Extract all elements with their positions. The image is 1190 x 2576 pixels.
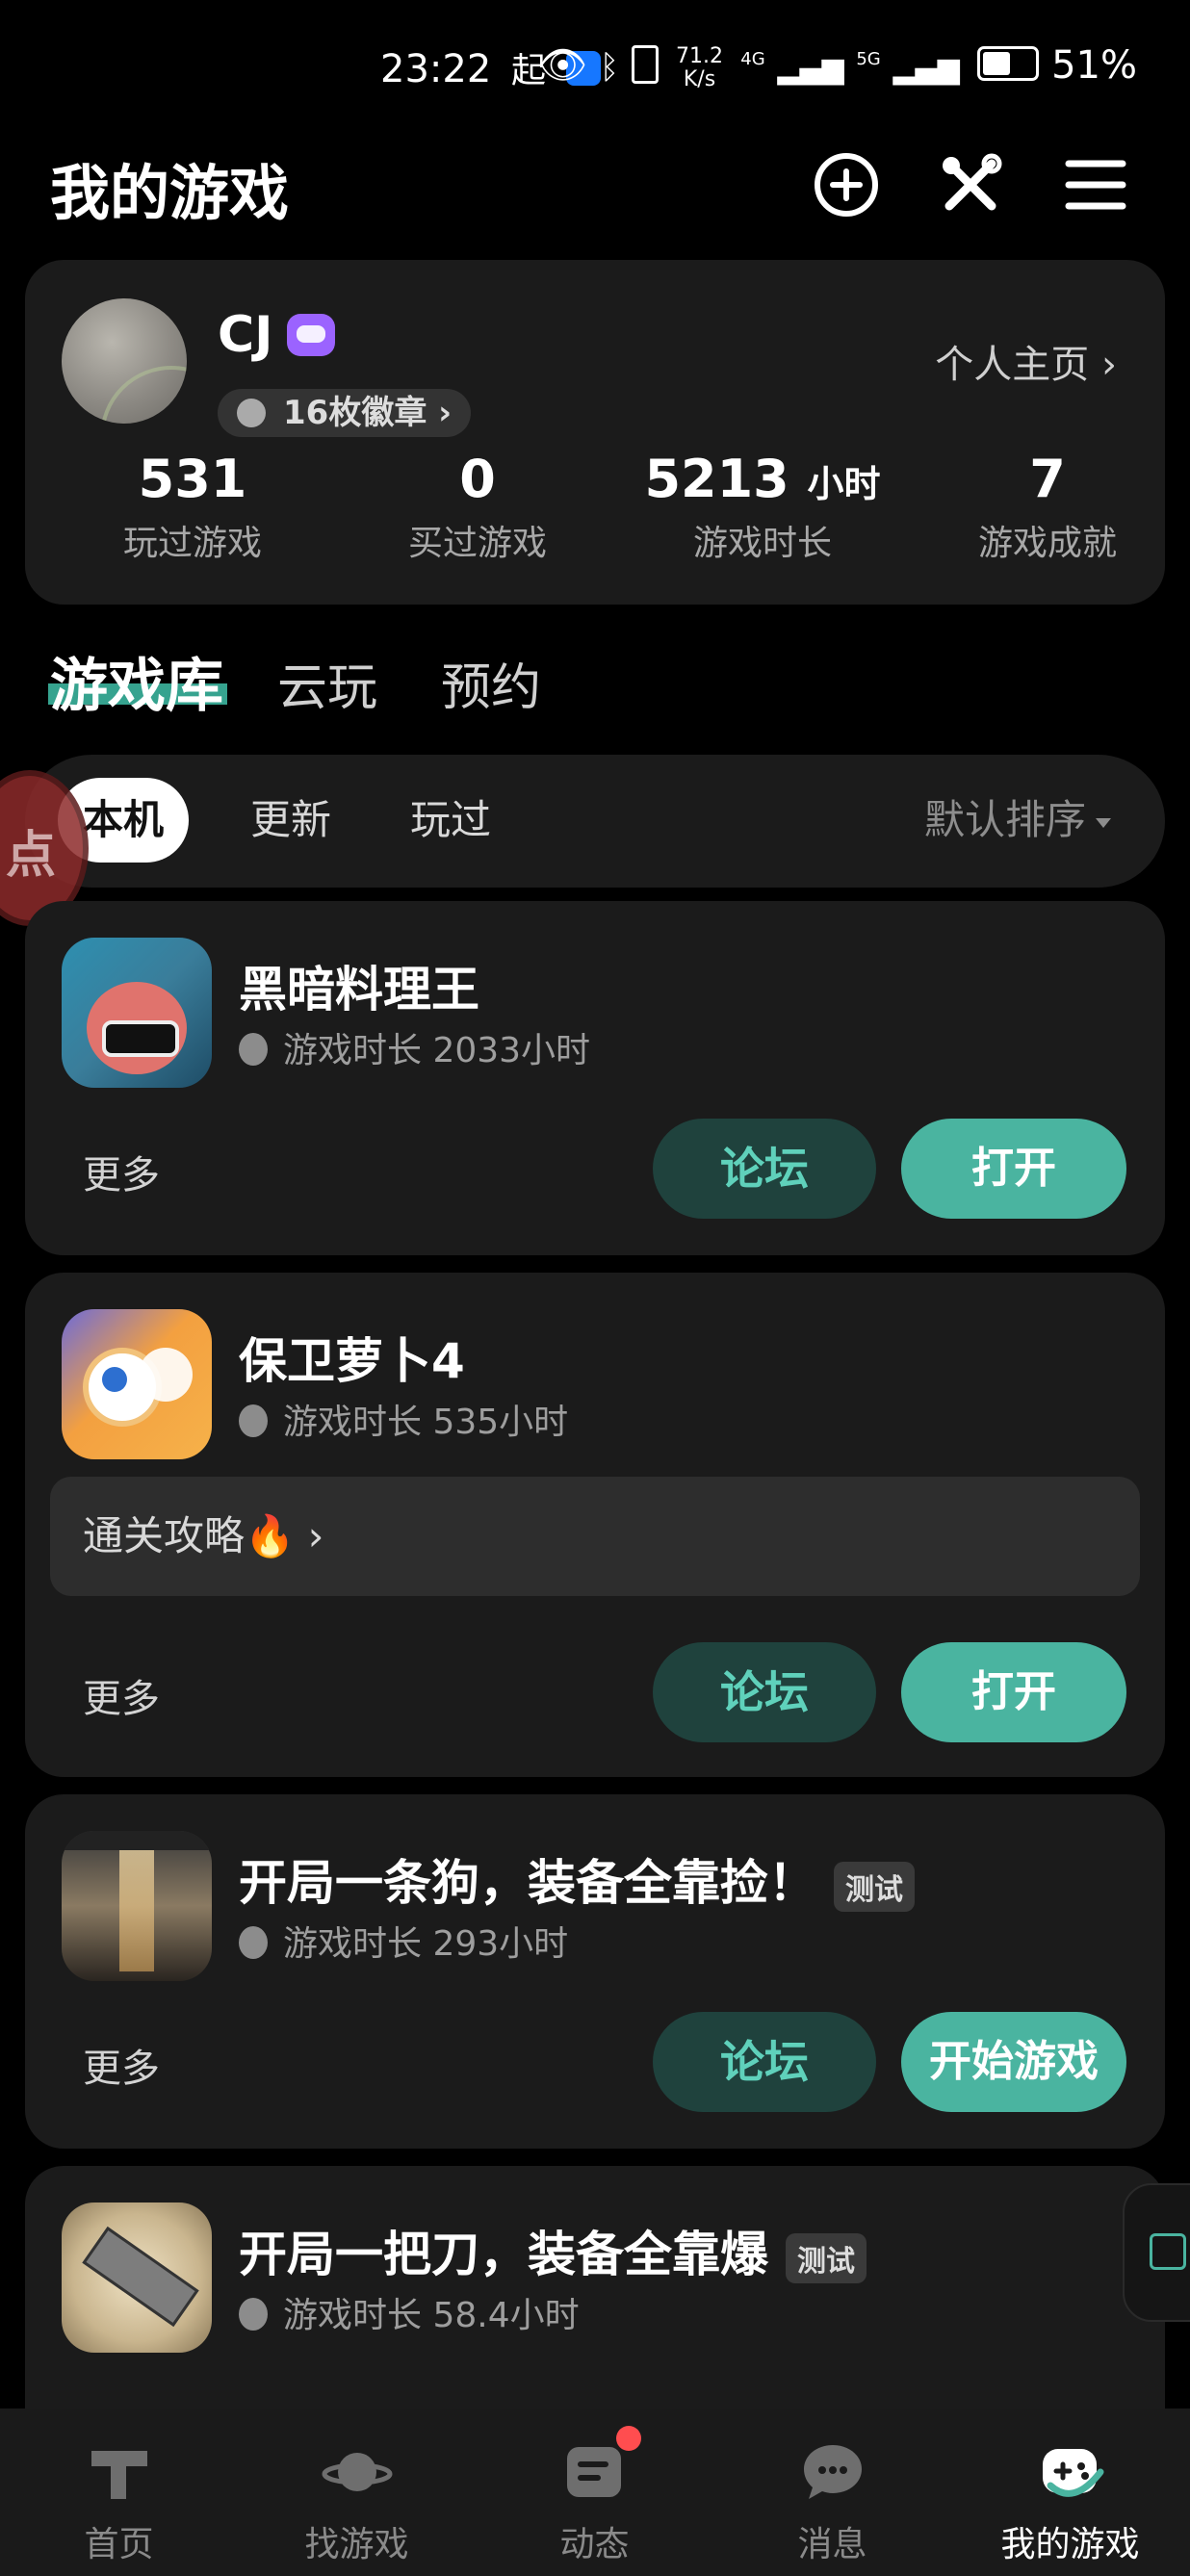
status-bar: 23:22 起 👁 ᛒ 71.2 K/s 4G ▂▄▆ 5G ▂▄▆ 51% [0,0,1190,125]
tools-icon[interactable] [936,150,1005,219]
more-button[interactable]: 更多 [83,1144,160,1199]
chat-icon [797,2437,868,2505]
walkthrough-guide-link[interactable]: 通关攻略🔥 › [50,1477,1140,1596]
game-icon-knife-equipment[interactable] [62,2202,212,2353]
nav-find-games[interactable]: 找游戏 [238,2409,476,2576]
game-name: 保卫萝卜4 [239,1333,465,1389]
menu-icon[interactable] [1061,150,1130,219]
stat-played[interactable]: 531 玩过游戏 [67,449,318,565]
filter-bar: 本机 更新 玩过 默认排序 [25,755,1165,888]
vibrate-icon [631,45,659,84]
game-playtime: 游戏时长 2033小时 [283,1031,591,1070]
tab-library[interactable]: 游戏库 [50,639,223,723]
game-icon-carrot-defense[interactable] [62,1309,212,1459]
game-name: 黑暗料理王 [239,962,479,1018]
nav-label: 我的游戏 [1000,2525,1140,2564]
badge-count-button[interactable]: 16枚徽章 › [218,389,472,437]
more-button[interactable]: 更多 [83,2037,160,2093]
filter-played[interactable]: 玩过 [385,778,516,863]
forum-button[interactable]: 论坛 [653,1642,876,1742]
signal-icon: ▂▄▆ [777,52,844,86]
notification-dot [616,2426,641,2451]
test-tag: 测试 [834,1861,915,1912]
badge-count-label: 16枚徽章 [283,394,427,432]
tab-cloud-play[interactable]: 云玩 [277,647,377,719]
nav-messages[interactable]: 消息 [713,2409,951,2576]
nav-feed[interactable]: 动态 [476,2409,713,2576]
stat-value: 5213 [644,449,789,509]
game-card[interactable]: 开局一条狗，装备全靠捡！ 测试 游戏时长 293小时 更多 论坛 开始游戏 [25,1794,1165,2149]
stat-label: 游戏成就 [977,524,1117,563]
start-game-button[interactable]: 开始游戏 [901,2012,1126,2112]
planet-icon [322,2437,393,2505]
download-icon [1150,2233,1186,2270]
game-playtime: 游戏时长 535小时 [283,1403,569,1442]
game-playtime: 游戏时长 58.4小时 [283,2296,580,2335]
forum-button[interactable]: 论坛 [653,1119,876,1219]
stat-value: 7 [1029,449,1066,509]
open-button[interactable]: 打开 [901,1119,1126,1219]
chevron-right-icon: › [438,394,453,432]
homepage-link[interactable]: 个人主页 › [935,333,1117,389]
nav-label: 首页 [84,2525,154,2564]
stat-label: 游戏时长 [692,524,832,563]
side-download-button[interactable] [1123,2183,1190,2322]
filter-updates[interactable]: 更新 [225,778,356,863]
bottom-nav: 首页 找游戏 动态 消息 我的游戏 [0,2409,1190,2576]
stat-achievements[interactable]: 7 游戏成就 [922,449,1173,565]
open-button[interactable]: 打开 [901,1642,1126,1742]
vip-badge-icon [287,314,335,356]
stat-label: 玩过游戏 [122,524,262,563]
stat-bought[interactable]: 0 买过游戏 [352,449,603,565]
signal-5g: 5G [856,49,881,69]
nav-label: 找游戏 [304,2525,409,2564]
user-name: CJ [218,306,273,364]
sort-dropdown[interactable]: 默认排序 [924,778,1111,863]
game-icon-dog-equipment[interactable] [62,1831,212,1981]
battery-text: 51% [1051,43,1137,88]
game-playtime: 游戏时长 293小时 [283,1924,569,1964]
forum-button[interactable]: 论坛 [653,2012,876,2112]
test-tag: 测试 [786,2232,867,2283]
battery-icon [977,46,1040,81]
tab-reservation[interactable]: 预约 [441,647,541,719]
nav-label: 消息 [797,2525,867,2564]
signal-icon-2: ▂▄▆ [892,52,960,86]
stopwatch-icon [239,1033,268,1066]
signal-4g: 4G [740,49,765,69]
floating-ball-label: 点 [6,827,57,885]
stopwatch-icon [239,1926,268,1959]
stat-value: 531 [138,449,247,509]
game-card[interactable]: 保卫萝卜4 游戏时长 535小时 通关攻略🔥 › 更多 论坛 打开 [25,1273,1165,1777]
chevron-right-icon: › [1101,343,1117,387]
eye-icon: 👁 [538,43,587,88]
stat-playtime[interactable]: 5213 小时 游戏时长 [637,449,888,565]
net-speed: 71.2 K/s [676,44,724,91]
gamepad-icon [1035,2437,1106,2505]
stat-label: 买过游戏 [407,524,547,563]
medal-icon [237,399,266,427]
nav-label: 动态 [559,2525,630,2564]
page-title: 我的游戏 [50,158,290,228]
profile-card: CJ 16枚徽章 › 个人主页 › 531 玩过游戏 0 买过游戏 5213 小… [25,260,1165,605]
nav-my-games[interactable]: 我的游戏 [951,2409,1189,2576]
nav-home[interactable]: 首页 [0,2409,238,2576]
stat-value: 0 [459,449,496,509]
game-icon-dark-chef[interactable] [62,938,212,1088]
home-icon [84,2437,155,2505]
stat-unit: 小时 [807,463,881,505]
bluetooth-icon: ᛒ [599,48,620,87]
caret-down-icon [1096,817,1111,828]
stopwatch-icon [239,2298,268,2331]
game-name: 开局一把刀，装备全靠爆 [239,2227,768,2282]
game-card[interactable]: 黑暗料理王 游戏时长 2033小时 更多 论坛 打开 [25,901,1165,1255]
homepage-label: 个人主页 [935,343,1090,387]
sort-label: 默认排序 [923,796,1086,843]
add-circle-icon[interactable] [812,150,881,219]
game-name: 开局一条狗，装备全靠捡！ [239,1855,816,1911]
more-button[interactable]: 更多 [83,1667,160,1723]
stopwatch-icon [239,1404,268,1437]
status-time: 23:22 [380,47,492,91]
avatar[interactable] [62,298,187,424]
